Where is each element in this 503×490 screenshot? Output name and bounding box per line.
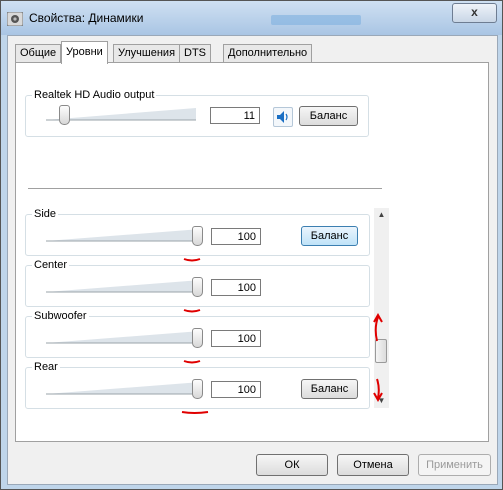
rear-slider-thumb[interactable] xyxy=(192,379,203,399)
tab-advanced[interactable]: Дополнительно xyxy=(223,44,313,63)
subwoofer-value[interactable]: 100 xyxy=(211,330,261,347)
scroll-thumb[interactable] xyxy=(375,339,387,363)
side-slider-track xyxy=(46,229,201,242)
channel-group-side: Side 100 Баланс xyxy=(25,208,370,256)
master-volume-group: Realtek HD Audio output 11 Баланс xyxy=(25,89,369,137)
channel-group-subwoofer: Subwoofer 100 xyxy=(25,310,370,358)
subwoofer-slider-track xyxy=(46,331,201,344)
scroll-down-arrow-icon[interactable]: ▼ xyxy=(374,394,389,408)
rear-slider-track xyxy=(46,382,201,395)
tab-general[interactable]: Общие xyxy=(15,44,62,63)
mute-toggle-button[interactable] xyxy=(273,107,293,127)
rear-value[interactable]: 100 xyxy=(211,381,261,398)
master-volume-value[interactable]: 11 xyxy=(210,107,260,124)
ok-button[interactable]: ОК xyxy=(256,454,328,476)
master-device-label: Realtek HD Audio output xyxy=(32,89,157,101)
center-slider-track xyxy=(46,280,201,293)
side-balance-button[interactable]: Баланс xyxy=(301,226,358,246)
channel-label-rear: Rear xyxy=(32,361,60,373)
channels-scrollbar[interactable]: ▲ ▼ xyxy=(374,208,389,408)
channel-label-subwoofer: Subwoofer xyxy=(32,310,89,322)
cancel-button[interactable]: Отмена xyxy=(337,454,409,476)
channel-label-center: Center xyxy=(32,259,70,271)
rear-balance-button[interactable]: Баланс xyxy=(301,379,358,399)
properties-window: Свойства: Динамики x Общие Уровни Улучше… xyxy=(0,0,503,490)
apply-button[interactable]: Применить xyxy=(418,454,491,476)
subwoofer-slider-thumb[interactable] xyxy=(192,328,203,348)
tab-dts[interactable]: DTS xyxy=(179,44,211,63)
window-title: Свойства: Динамики xyxy=(29,11,144,25)
master-volume-slider-thumb[interactable] xyxy=(59,105,70,125)
side-value[interactable]: 100 xyxy=(211,228,261,245)
title-background-blur xyxy=(271,15,361,25)
speaker-icon xyxy=(277,111,288,123)
levels-panel: Realtek HD Audio output 11 Баланс Side 1… xyxy=(15,62,489,442)
master-balance-button[interactable]: Баланс xyxy=(299,106,358,126)
tab-enhancements[interactable]: Улучшения xyxy=(113,44,181,63)
center-slider-thumb[interactable] xyxy=(192,277,203,297)
center-value[interactable]: 100 xyxy=(211,279,261,296)
close-button[interactable]: x xyxy=(452,3,497,23)
channel-group-rear: Rear 100 Баланс xyxy=(25,361,370,409)
tab-levels[interactable]: Уровни xyxy=(61,41,108,64)
section-divider xyxy=(28,188,382,189)
title-bar[interactable]: Свойства: Динамики x xyxy=(1,1,502,35)
dialog-client: Общие Уровни Улучшения DTS Дополнительно… xyxy=(7,35,498,485)
channel-group-center: Center 100 xyxy=(25,259,370,307)
speaker-app-icon xyxy=(7,12,23,26)
channel-label-side: Side xyxy=(32,208,59,220)
side-slider-thumb[interactable] xyxy=(192,226,203,246)
scroll-up-arrow-icon[interactable]: ▲ xyxy=(374,208,389,222)
